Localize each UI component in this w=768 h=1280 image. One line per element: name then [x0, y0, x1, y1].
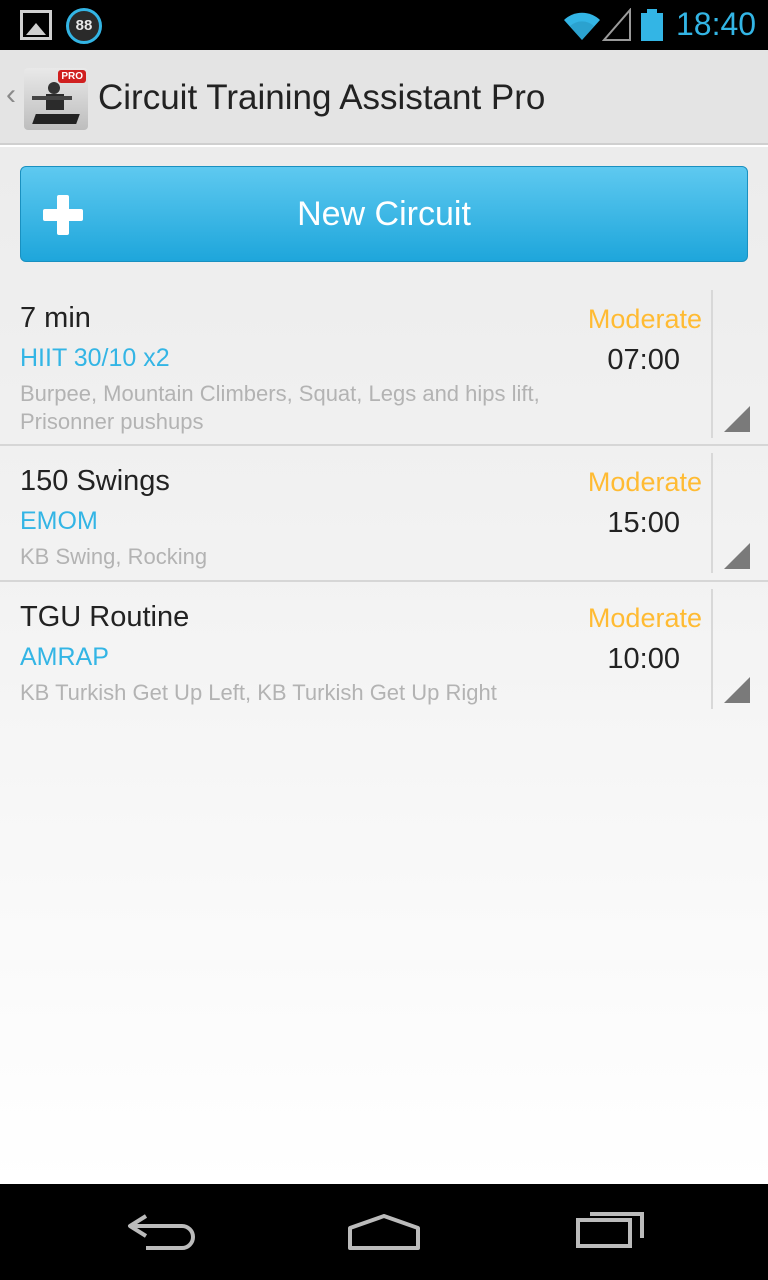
gallery-icon [20, 10, 52, 40]
circuit-row[interactable]: 150 Swings EMOM KB Swing, Rocking Modera… [0, 453, 768, 582]
circuit-exercises: KB Swing, Rocking [20, 544, 208, 569]
action-bar: ‹ PRO Circuit Training Assistant Pro [0, 50, 768, 145]
new-circuit-label: New Circuit [297, 195, 471, 233]
circuit-name: 150 Swings [20, 465, 170, 497]
up-navigation-icon[interactable]: ‹ [6, 80, 16, 110]
battery-icon [641, 9, 663, 41]
row-divider [711, 290, 713, 438]
circuit-level: Moderate [587, 304, 702, 334]
home-icon[interactable] [344, 1206, 424, 1256]
notification-badge: 88 [66, 8, 102, 44]
circuit-level: Moderate [587, 603, 702, 633]
app-icon[interactable]: PRO [24, 68, 88, 130]
circuit-exercises: Burpee, Mountain Climbers, Squat, Legs a… [20, 381, 540, 434]
row-divider [711, 589, 713, 709]
circuit-row[interactable]: TGU Routine AMRAP KB Turkish Get Up Left… [0, 589, 768, 713]
row-separator [0, 580, 768, 582]
circuit-duration: 15:00 [607, 507, 680, 539]
circuit-list-screen: New Circuit 7 min HIIT 30/10 x2 Burpee, … [0, 147, 768, 1184]
status-bar: 88 18:40 [0, 0, 768, 50]
circuit-exercises: KB Turkish Get Up Left, KB Turkish Get U… [20, 680, 497, 705]
circuit-type: AMRAP [20, 643, 109, 671]
dropdown-corner-icon[interactable] [724, 677, 750, 703]
wifi-icon [564, 12, 600, 41]
circuit-duration: 07:00 [607, 344, 680, 376]
circuit-level: Moderate [587, 467, 702, 497]
circuit-type: HIIT 30/10 x2 [20, 344, 170, 372]
dropdown-corner-icon[interactable] [724, 406, 750, 432]
new-circuit-button[interactable]: New Circuit [20, 166, 748, 262]
circuit-name: TGU Routine [20, 601, 190, 633]
circuit-name: 7 min [20, 302, 91, 334]
circuit-duration: 10:00 [607, 643, 680, 675]
dropdown-corner-icon[interactable] [724, 543, 750, 569]
circuit-type: EMOM [20, 507, 98, 535]
back-icon[interactable] [124, 1206, 196, 1256]
clock: 18:40 [676, 6, 757, 42]
recent-apps-icon[interactable] [574, 1206, 648, 1256]
row-divider [711, 453, 713, 573]
app-title: Circuit Training Assistant Pro [98, 78, 546, 117]
circuit-row[interactable]: 7 min HIIT 30/10 x2 Burpee, Mountain Cli… [0, 290, 768, 446]
navigation-bar [0, 1184, 768, 1280]
signal-icon [602, 8, 631, 41]
row-separator [0, 444, 768, 446]
pro-badge: PRO [58, 70, 86, 83]
